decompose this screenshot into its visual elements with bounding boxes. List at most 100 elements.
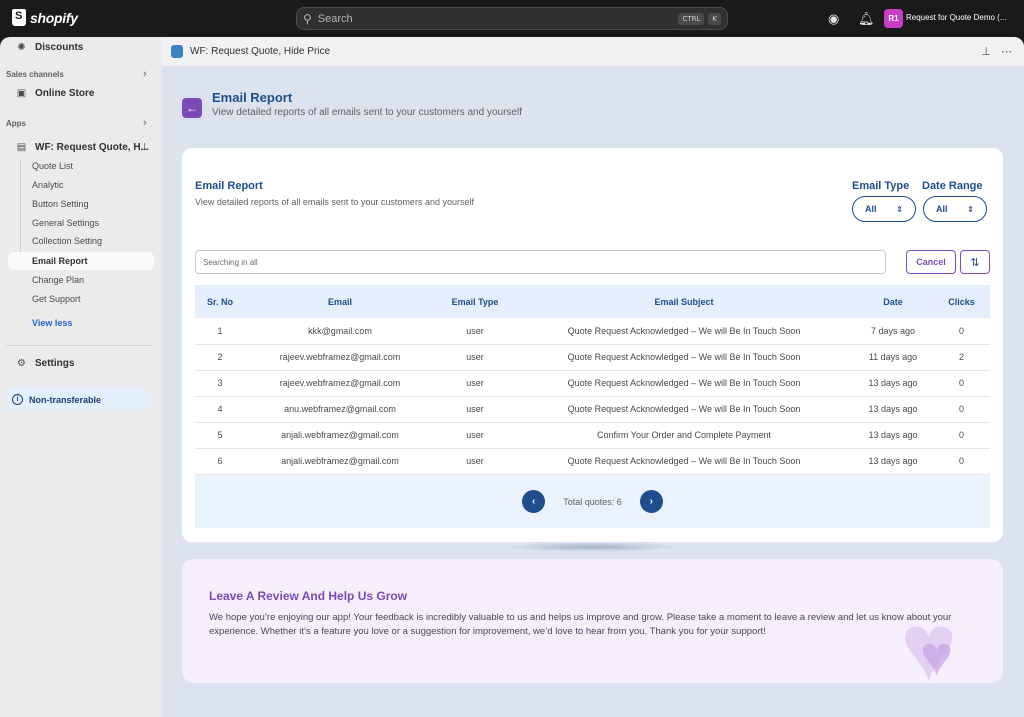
chevron-right-icon[interactable]: › bbox=[143, 68, 147, 80]
sidebar-item-quote-list[interactable]: Quote List bbox=[32, 161, 73, 171]
shortcut-k: K bbox=[708, 12, 721, 25]
email-type-select[interactable]: All ⇕ bbox=[852, 196, 916, 222]
search-placeholder: Search bbox=[317, 12, 353, 25]
sidebar-item-analytic[interactable]: Analytic bbox=[32, 180, 64, 190]
sidebar-item-label: Online Store bbox=[35, 88, 95, 99]
pin-icon[interactable]: ⊥ bbox=[140, 142, 149, 153]
sidebar-item-app[interactable]: ▤ WF: Request Quote, H... bbox=[16, 142, 149, 153]
sidebar-item-discounts[interactable]: ✺ Discounts bbox=[16, 42, 83, 53]
review-text: We hope you’re enjoying our app! Your fe… bbox=[209, 612, 952, 637]
gear-icon: ⚙ bbox=[17, 358, 26, 369]
table-search-input[interactable] bbox=[195, 250, 886, 274]
sidebar-item-online-store[interactable]: ▣ Online Store bbox=[16, 88, 95, 99]
shopify-bag-icon bbox=[12, 9, 26, 26]
col-email-subject: Email Subject bbox=[515, 285, 853, 318]
date-range-label: Date Range bbox=[922, 180, 983, 192]
table-row: 2 rajeev.webframez@gmail.com user Quote … bbox=[195, 344, 990, 371]
select-arrows-icon: ⇕ bbox=[967, 204, 974, 214]
sidebar-item-settings[interactable]: ⚙ Settings bbox=[16, 358, 74, 369]
bell-icon[interactable]: 🔔︎ bbox=[858, 11, 875, 27]
store-name[interactable]: Request for Quote Demo (... bbox=[906, 13, 1007, 22]
chevron-right-icon[interactable]: › bbox=[143, 117, 147, 129]
cell-date: 13 days ago bbox=[853, 422, 933, 449]
cell-email-type: user bbox=[435, 448, 515, 475]
pin-icon[interactable]: ⊥ bbox=[981, 45, 991, 58]
shopify-logo[interactable]: shopify bbox=[12, 9, 78, 26]
cell-sr-no: 1 bbox=[195, 318, 245, 345]
top-bar: shopify ⚲ Search CTRL K ◉ 🔔︎ R1 Request … bbox=[0, 0, 1024, 37]
cell-email-subject: Confirm Your Order and Complete Payment bbox=[515, 422, 853, 449]
sidebar-item-label: WF: Request Quote, H... bbox=[35, 142, 149, 153]
sidebar-item-change-plan[interactable]: Change Plan bbox=[32, 275, 84, 285]
cell-clicks: 2 bbox=[933, 344, 990, 371]
cell-date: 11 days ago bbox=[853, 344, 933, 371]
review-banner: Leave A Review And Help Us Grow We hope … bbox=[182, 559, 1003, 683]
col-email: Email bbox=[245, 285, 435, 318]
heart-icon: ♥ bbox=[920, 624, 954, 683]
card-subtitle: View detailed reports of all emails sent… bbox=[195, 197, 474, 207]
cell-date: 7 days ago bbox=[853, 318, 933, 345]
cell-email-subject: Quote Request Acknowledged – We will Be … bbox=[515, 370, 853, 397]
cell-email-type: user bbox=[435, 396, 515, 423]
sidebar-item-label: Discounts bbox=[35, 42, 84, 53]
table-row: 4 anu.webframez@gmail.com user Quote Req… bbox=[195, 396, 990, 423]
more-icon[interactable]: ⋯ bbox=[1001, 45, 1012, 58]
cell-sr-no: 6 bbox=[195, 448, 245, 475]
app-title: WF: Request Quote, Hide Price bbox=[190, 46, 331, 57]
table-row: 3 rajeev.webframez@gmail.com user Quote … bbox=[195, 370, 990, 397]
app-icon: ▤ bbox=[16, 142, 27, 153]
email-report-card: Email Report View detailed reports of al… bbox=[182, 148, 1003, 542]
sidekick-icon[interactable]: ◉ bbox=[828, 11, 839, 27]
cell-date: 13 days ago bbox=[853, 448, 933, 475]
discount-icon: ✺ bbox=[17, 42, 26, 53]
cell-email: rajeev.webframez@gmail.com bbox=[245, 370, 435, 397]
cell-email-subject: Quote Request Acknowledged – We will Be … bbox=[515, 318, 853, 345]
email-table: Sr. No Email Email Type Email Subject Da… bbox=[195, 285, 990, 475]
cell-sr-no: 4 bbox=[195, 396, 245, 423]
cell-email-subject: Quote Request Acknowledged – We will Be … bbox=[515, 448, 853, 475]
cell-sr-no: 5 bbox=[195, 422, 245, 449]
col-date: Date bbox=[853, 285, 933, 318]
total-quotes-text: Total quotes: 6 bbox=[563, 496, 622, 507]
cell-clicks: 0 bbox=[933, 318, 990, 345]
date-range-select[interactable]: All ⇕ bbox=[923, 196, 987, 222]
sidebar-item-get-support[interactable]: Get Support bbox=[32, 294, 81, 304]
sidebar-item-collection-setting[interactable]: Collection Setting bbox=[32, 236, 102, 246]
cell-email-subject: Quote Request Acknowledged – We will Be … bbox=[515, 344, 853, 371]
cell-email-type: user bbox=[435, 422, 515, 449]
next-page-button[interactable]: › bbox=[639, 490, 663, 513]
sidebar-item-button-setting[interactable]: Button Setting bbox=[32, 199, 89, 209]
cell-email: anjali.webframez@gmail.com bbox=[245, 422, 435, 449]
cancel-button[interactable]: Cancel bbox=[906, 250, 956, 274]
global-search[interactable]: ⚲ Search CTRL K bbox=[296, 7, 728, 30]
sidebar-item-general-settings[interactable]: General Settings bbox=[32, 218, 99, 228]
store-avatar[interactable]: R1 bbox=[884, 9, 903, 28]
cell-email-type: user bbox=[435, 318, 515, 345]
email-table-wrapper: Sr. No Email Email Type Email Subject Da… bbox=[195, 285, 990, 528]
cell-email-type: user bbox=[435, 370, 515, 397]
tree-line bbox=[20, 159, 21, 259]
apps-label: Apps bbox=[6, 119, 26, 128]
sidebar: ✺ Discounts Sales channels › ▣ Online St… bbox=[0, 37, 162, 717]
card-shadow bbox=[502, 542, 682, 552]
back-button[interactable]: ← bbox=[182, 98, 202, 118]
view-less-link[interactable]: View less bbox=[32, 318, 72, 328]
app-header: WF: Request Quote, Hide Price ⊥ ⋯ bbox=[162, 37, 1024, 67]
table-row: 5 anjali.webframez@gmail.com user Confir… bbox=[195, 422, 990, 449]
col-email-type: Email Type bbox=[435, 285, 515, 318]
non-transferable-badge[interactable]: i Non-transferable bbox=[6, 388, 150, 411]
table-row: 6 anjali.webframez@gmail.com user Quote … bbox=[195, 448, 990, 475]
app-icon bbox=[171, 45, 183, 58]
page-subtitle: View detailed reports of all emails sent… bbox=[212, 107, 522, 118]
sidebar-item-email-report[interactable]: Email Report bbox=[8, 252, 154, 270]
review-title: Leave A Review And Help Us Grow bbox=[209, 589, 408, 603]
sort-icon[interactable]: ⇅ bbox=[960, 250, 990, 274]
table-row: 1 kkk@gmail.com user Quote Request Ackno… bbox=[195, 318, 990, 345]
cell-email: anu.webframez@gmail.com bbox=[245, 396, 435, 423]
cell-sr-no: 3 bbox=[195, 370, 245, 397]
email-type-label: Email Type bbox=[852, 180, 910, 192]
col-sr-no: Sr. No bbox=[195, 285, 245, 318]
prev-page-button[interactable]: ‹ bbox=[522, 490, 546, 513]
main-content: WF: Request Quote, Hide Price ⊥ ⋯ ← Emai… bbox=[162, 37, 1024, 717]
sidebar-item-label: Settings bbox=[35, 358, 75, 369]
